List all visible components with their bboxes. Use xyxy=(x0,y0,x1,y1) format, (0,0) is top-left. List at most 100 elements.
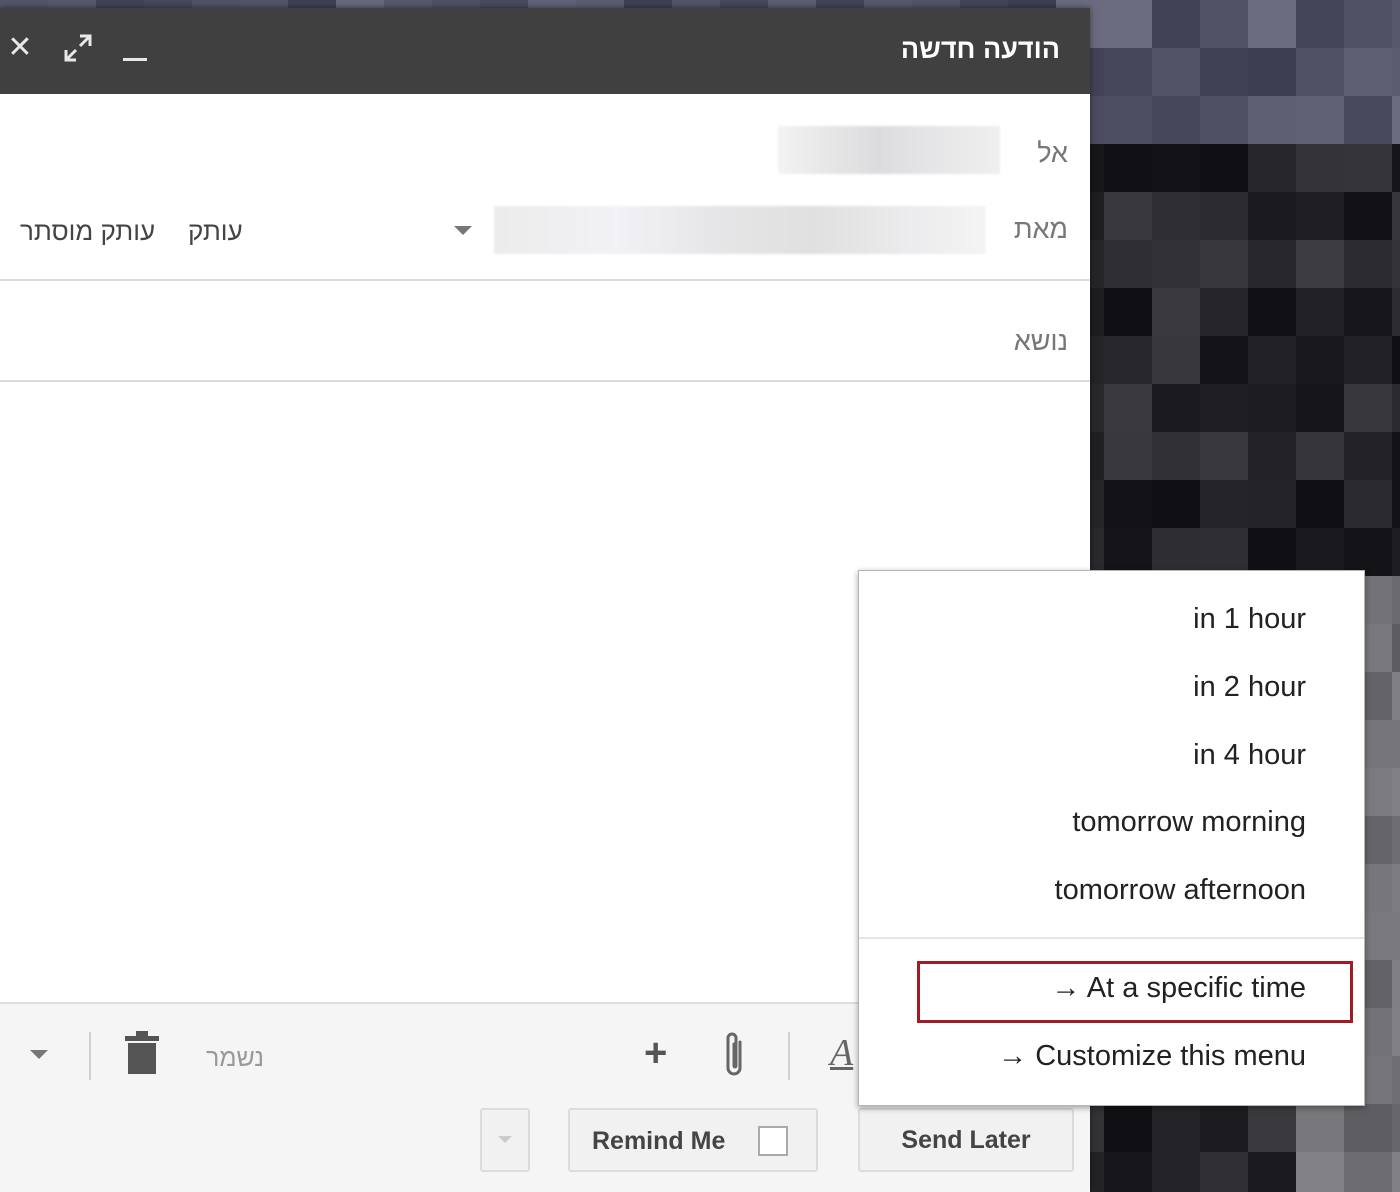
background-pixel xyxy=(1104,144,1152,192)
background-pixel xyxy=(1296,1152,1344,1192)
divider xyxy=(0,380,1090,382)
background-pixel xyxy=(1200,336,1248,384)
background-pixel xyxy=(1248,288,1296,336)
background-pixel xyxy=(1248,1152,1296,1192)
background-pixel xyxy=(1296,48,1344,96)
menu-separator xyxy=(859,937,1364,939)
menu-item-tomorrow-morning[interactable]: tomorrow morning xyxy=(1072,806,1306,839)
background-pixel xyxy=(1152,240,1200,288)
menu-item-tomorrow-afternoon[interactable]: tomorrow afternoon xyxy=(1055,874,1306,907)
background-pixel xyxy=(1392,960,1400,1008)
remind-me-button[interactable]: Remind Me xyxy=(568,1108,818,1172)
background-pixel xyxy=(1200,528,1248,576)
background-pixel xyxy=(1104,192,1152,240)
background-pixel xyxy=(1152,192,1200,240)
background-pixel xyxy=(1344,480,1392,528)
from-dropdown-arrow-icon[interactable] xyxy=(454,226,472,235)
background-pixel xyxy=(1392,336,1400,384)
background-pixel xyxy=(1392,1152,1400,1192)
background-pixel xyxy=(1392,912,1400,960)
background-pixel xyxy=(1296,0,1344,48)
background-pixel xyxy=(1392,576,1400,624)
background-pixel xyxy=(1296,288,1344,336)
background-pixel xyxy=(1248,144,1296,192)
background-pixel xyxy=(1152,336,1200,384)
trash-icon[interactable] xyxy=(124,1030,160,1076)
background-pixel xyxy=(1104,1152,1152,1192)
saved-status: נשמר xyxy=(206,1044,265,1072)
background-pixel xyxy=(1392,672,1400,720)
background-pixel xyxy=(1344,336,1392,384)
background-pixel xyxy=(1152,1104,1200,1152)
background-pixel xyxy=(1104,288,1152,336)
close-icon[interactable]: ✕ xyxy=(2,28,38,68)
background-pixel xyxy=(1296,336,1344,384)
background-pixel xyxy=(1392,288,1400,336)
background-pixel xyxy=(1344,192,1392,240)
background-pixel xyxy=(1392,192,1400,240)
background-pixel xyxy=(1296,240,1344,288)
to-recipient-field[interactable] xyxy=(778,126,1000,174)
subject-field[interactable]: נושא xyxy=(1014,326,1068,357)
background-pixel xyxy=(1248,240,1296,288)
background-pixel xyxy=(1392,480,1400,528)
background-pixel xyxy=(1200,432,1248,480)
background-pixel xyxy=(1104,432,1152,480)
background-pixel xyxy=(1344,0,1392,48)
toolbar-separator xyxy=(89,1032,91,1080)
background-pixel xyxy=(1104,0,1152,48)
background-pixel xyxy=(1344,528,1392,576)
background-pixel xyxy=(1296,384,1344,432)
send-options-dropdown[interactable] xyxy=(480,1108,530,1172)
background-pixel xyxy=(1248,192,1296,240)
background-pixel xyxy=(1200,480,1248,528)
background-pixel xyxy=(1248,480,1296,528)
divider xyxy=(0,279,1090,281)
background-pixel xyxy=(1392,1104,1400,1152)
background-pixel xyxy=(1392,528,1400,576)
background-pixel xyxy=(1344,384,1392,432)
background-pixel xyxy=(1392,48,1400,96)
background-pixel xyxy=(1392,768,1400,816)
chevron-down-icon xyxy=(498,1136,512,1143)
background-pixel xyxy=(1392,720,1400,768)
send-later-button[interactable]: Send Later xyxy=(858,1108,1074,1172)
minimize-icon[interactable] xyxy=(117,28,153,68)
background-pixel xyxy=(1104,336,1152,384)
cc-link[interactable]: עותק xyxy=(188,216,243,247)
text-format-icon[interactable]: A xyxy=(830,1030,853,1076)
background-pixel xyxy=(1104,384,1152,432)
background-pixel xyxy=(1152,480,1200,528)
menu-item-in-2-hour[interactable]: in 2 hour xyxy=(1193,671,1306,704)
background-pixel xyxy=(1152,1152,1200,1192)
background-pixel xyxy=(1296,144,1344,192)
background-pixel xyxy=(1104,240,1152,288)
plus-icon[interactable]: + xyxy=(644,1030,667,1076)
background-pixel xyxy=(1296,480,1344,528)
background-pixel xyxy=(1296,1104,1344,1152)
background-pixel xyxy=(1392,1008,1400,1056)
background-pixel xyxy=(1200,0,1248,48)
background-pixel xyxy=(1200,240,1248,288)
background-pixel xyxy=(1296,528,1344,576)
background-pixel xyxy=(1248,384,1296,432)
menu-item-in-4-hour[interactable]: in 4 hour xyxy=(1193,739,1306,772)
menu-item-in-1-hour[interactable]: in 1 hour xyxy=(1193,603,1306,636)
menu-item-specific-time[interactable]: → At a specific time xyxy=(1051,972,1306,1005)
attach-icon[interactable] xyxy=(718,1028,752,1082)
background-pixel xyxy=(1392,816,1400,864)
background-pixel xyxy=(1248,96,1296,144)
background-pixel xyxy=(1200,384,1248,432)
menu-item-customize[interactable]: → Customize this menu xyxy=(998,1040,1306,1073)
remind-me-label: Remind Me xyxy=(592,1127,726,1155)
background-pixel xyxy=(1344,240,1392,288)
remind-me-checkbox[interactable] xyxy=(758,1126,788,1156)
background-pixel xyxy=(1392,432,1400,480)
from-address-field[interactable] xyxy=(494,206,986,254)
background-pixel xyxy=(1296,96,1344,144)
background-pixel xyxy=(1104,48,1152,96)
more-options-chevron-icon[interactable] xyxy=(30,1050,48,1059)
expand-icon[interactable] xyxy=(60,28,96,68)
bcc-link[interactable]: עותק מוסתר xyxy=(20,216,155,247)
background-pixel xyxy=(1152,432,1200,480)
